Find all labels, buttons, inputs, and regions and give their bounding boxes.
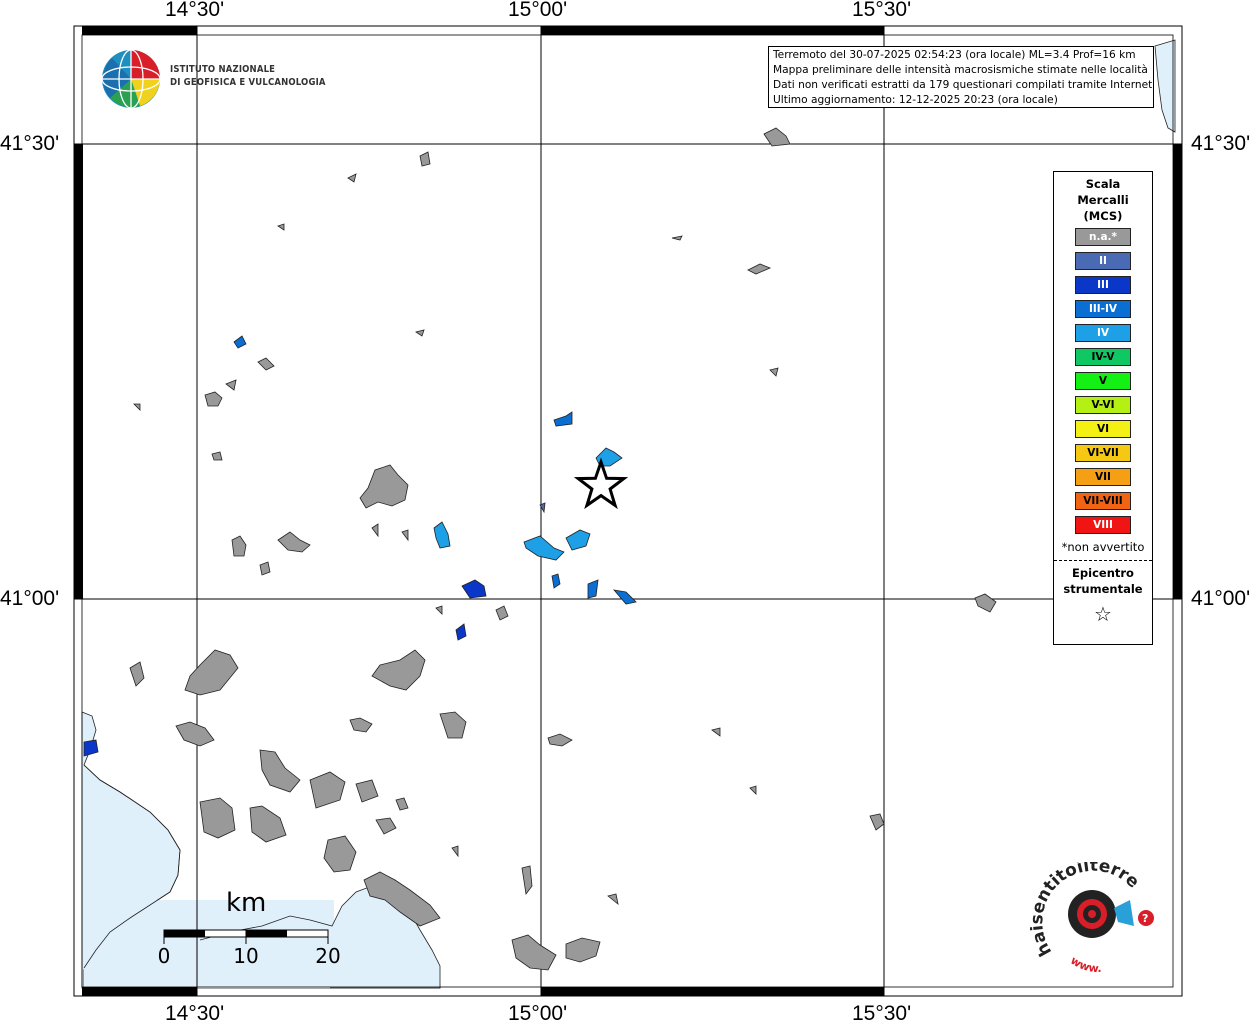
event-info-line1: Terremoto del 30-07-2025 02:54:23 (ora l…: [773, 49, 1136, 61]
event-info-line4: Ultimo aggiornamento: 12-12-2025 20:23 (…: [773, 94, 1058, 106]
legend-epicentre-label: Epicentro strumentale: [1054, 565, 1152, 597]
lon-label-bottom-2: 15°00': [508, 1002, 568, 1025]
legend-swatch-v-vi: V-VI: [1075, 396, 1131, 414]
scale-tick-0: 0: [157, 944, 171, 968]
ingv-logo-line1: ISTITUTO NAZIONALE: [170, 64, 276, 75]
legend-title: Scala Mercalli (MCS): [1054, 176, 1152, 224]
legend-swatch-v: V: [1075, 372, 1131, 390]
star-icon: ☆: [1094, 602, 1112, 626]
lat-label-right-1: 41°30': [1191, 132, 1251, 155]
legend-swatch-iv-v: IV-V: [1075, 348, 1131, 366]
haisentito-logo[interactable]: haisentitoilterremoto.it www. ?: [1021, 847, 1160, 977]
legend-swatch-ii: II: [1075, 252, 1131, 270]
legend-title-line1: Scala: [1085, 177, 1121, 191]
lon-label-top-2: 15°00': [508, 0, 568, 21]
event-info-line3: Dati non verificati estratti da 179 ques…: [773, 79, 1154, 91]
lat-label-right-2: 41°00': [1191, 587, 1251, 610]
legend-divider: [1054, 560, 1152, 561]
haisentito-logo-graphic: haisentitoilterremoto.it www. ?: [1021, 847, 1154, 975]
legend-epicentre-line2: strumentale: [1063, 582, 1143, 596]
lat-label-left-2: 41°00': [0, 587, 60, 610]
legend-epicentre-line1: Epicentro: [1072, 566, 1134, 580]
legend-swatch-n-a: n.a.*: [1075, 228, 1131, 246]
haisentito-logo-subtext: www.: [1068, 954, 1102, 975]
legend-title-line2: Mercalli: [1077, 193, 1129, 207]
ingv-logo: ISTITUTO NAZIONALE DI GEOFISICA E VULCAN…: [100, 46, 326, 110]
ingv-logo-line2: DI GEOFISICA E VULCANOLOGIA: [170, 77, 326, 88]
mcs-legend: Scala Mercalli (MCS) n.a.* II III III-IV IV I…: [1053, 171, 1153, 645]
lon-label-bottom-3: 15°30': [852, 1002, 912, 1025]
svg-text:?: ?: [1142, 912, 1148, 925]
legend-swatch-vii-viii: VII-VIII: [1075, 492, 1131, 510]
event-info-box: Terremoto del 30-07-2025 02:54:23 (ora l…: [768, 46, 1154, 108]
legend-swatch-iii: III: [1075, 276, 1131, 294]
map-frame: [73, 25, 1183, 997]
legend-swatch-iii-iv: III-IV: [1075, 300, 1131, 318]
scale-bar-unit: km: [226, 888, 267, 918]
legend-title-line3: (MCS): [1083, 209, 1123, 223]
legend-swatch-vii: VII: [1075, 468, 1131, 486]
globe-icon: [101, 49, 161, 109]
svg-text:www.: www.: [1068, 954, 1102, 975]
legend-swatch-vi-vii: VI-VII: [1075, 444, 1131, 462]
lon-label-top-1: 14°30': [165, 0, 225, 21]
event-info-line2: Mappa preliminare delle intensità macros…: [773, 64, 1148, 76]
legend-swatch-vi: VI: [1075, 420, 1131, 438]
legend-swatch-iv: IV: [1075, 324, 1131, 342]
lat-label-left-1: 41°30': [0, 132, 60, 155]
legend-note: *non avvertito: [1061, 540, 1145, 554]
legend-swatch-viii: VIII: [1075, 516, 1131, 534]
ingv-logo-text: ISTITUTO NAZIONALE DI GEOFISICA E VULCAN…: [170, 63, 326, 89]
scale-tick-10: 10: [233, 944, 259, 968]
lon-label-top-3: 15°30': [852, 0, 912, 21]
lon-label-bottom-1: 14°30': [165, 1002, 225, 1025]
legend-items: n.a.* II III III-IV IV IV-V V V-VI VI VI-VII VII VI…: [1054, 228, 1152, 534]
scale-tick-20: 20: [315, 944, 341, 968]
